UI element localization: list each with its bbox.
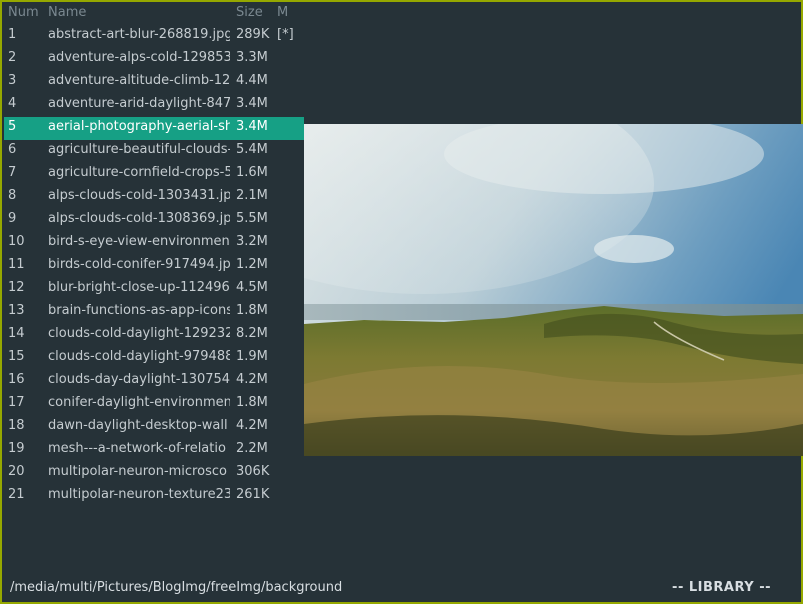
file-row[interactable]: 15 clouds-cold-daylight-979488 1.9M: [4, 347, 304, 370]
file-name: multipolar-neuron-microsco: [48, 464, 227, 479]
file-row[interactable]: 20 multipolar-neuron-microsco 306K: [4, 462, 304, 485]
file-name: abstract-art-blur-268819.jpg: [48, 27, 230, 42]
file-size: 4.5M: [236, 280, 268, 295]
file-mark: [*]: [277, 27, 294, 42]
file-row[interactable]: 13 brain-functions-as-app-icons 1.8M: [4, 301, 304, 324]
file-num: 3: [8, 73, 17, 88]
file-num: 7: [8, 165, 17, 180]
file-name: conifer-daylight-environmen: [48, 395, 230, 410]
file-num: 10: [8, 234, 25, 249]
header-size[interactable]: Size: [236, 4, 276, 22]
file-size: 1.8M: [236, 303, 268, 318]
file-num: 12: [8, 280, 25, 295]
file-num: 17: [8, 395, 25, 410]
file-row[interactable]: 3 adventure-altitude-climb-12 4.4M: [4, 71, 304, 94]
file-num: 5: [8, 119, 17, 134]
landscape-preview-image: [304, 124, 803, 456]
file-num: 18: [8, 418, 25, 433]
file-num: 11: [8, 257, 25, 272]
file-size: 3.4M: [236, 96, 268, 111]
app-window: Num Name Size M 1 abstract-art-blur-26881…: [0, 0, 803, 604]
file-name: dawn-daylight-desktop-wall: [48, 418, 228, 433]
file-size: 306K: [236, 464, 270, 479]
file-num: 2: [8, 50, 17, 65]
file-size: 1.9M: [236, 349, 268, 364]
file-num: 8: [8, 188, 17, 203]
list-header: Num Name Size M: [4, 4, 304, 25]
file-size: 1.6M: [236, 165, 268, 180]
header-name[interactable]: Name: [48, 4, 230, 22]
header-mark[interactable]: M: [277, 4, 303, 22]
file-row[interactable]: 9 alps-clouds-cold-1308369.jp 5.5M: [4, 209, 304, 232]
file-size: 3.3M: [236, 50, 268, 65]
file-num: 15: [8, 349, 25, 364]
file-num: 21: [8, 487, 25, 502]
file-row[interactable]: 4 adventure-arid-daylight-847 3.4M: [4, 94, 304, 117]
file-row[interactable]: 12 blur-bright-close-up-112496 4.5M: [4, 278, 304, 301]
file-row-selected[interactable]: 5 aerial-photography-aerial-sh 3.4M: [4, 117, 304, 140]
file-row[interactable]: 8 alps-clouds-cold-1303431.jp 2.1M: [4, 186, 304, 209]
file-name: bird-s-eye-view-environmen: [48, 234, 230, 249]
file-name: adventure-altitude-climb-12: [48, 73, 230, 88]
file-name: clouds-day-daylight-130754: [48, 372, 230, 387]
file-row[interactable]: 18 dawn-daylight-desktop-wall 4.2M: [4, 416, 304, 439]
status-path: /media/multi/Pictures/BlogImg/freeImg/ba…: [10, 580, 343, 595]
file-row[interactable]: 10 bird-s-eye-view-environmen 3.2M: [4, 232, 304, 255]
file-num: 20: [8, 464, 25, 479]
file-size: 5.5M: [236, 211, 268, 226]
file-name: alps-clouds-cold-1308369.jp: [48, 211, 230, 226]
file-row[interactable]: 2 adventure-alps-cold-129853 3.3M: [4, 48, 304, 71]
file-size: 261K: [236, 487, 270, 502]
file-name: adventure-arid-daylight-847: [48, 96, 230, 111]
file-name: blur-bright-close-up-112496: [48, 280, 230, 295]
header-num[interactable]: Num: [8, 4, 46, 22]
file-size: 1.8M: [236, 395, 268, 410]
file-size: 4.4M: [236, 73, 268, 88]
file-name: adventure-alps-cold-129853: [48, 50, 230, 65]
file-rows: 1 abstract-art-blur-268819.jpg 289K [*] 2 adv…: [4, 25, 304, 508]
file-num: 4: [8, 96, 17, 111]
file-name: agriculture-cornfield-crops-5: [48, 165, 230, 180]
file-name: clouds-cold-daylight-979488: [48, 349, 230, 364]
file-name: multipolar-neuron-texture23: [48, 487, 230, 502]
file-size: 5.4M: [236, 142, 268, 157]
file-size: 8.2M: [236, 326, 268, 341]
file-row[interactable]: 14 clouds-cold-daylight-129232 8.2M: [4, 324, 304, 347]
file-num: 1: [8, 27, 17, 42]
file-row[interactable]: 17 conifer-daylight-environmen 1.8M: [4, 393, 304, 416]
file-name: mesh---a-network-of-relatio: [48, 441, 226, 456]
file-size: 3.2M: [236, 234, 268, 249]
file-name: agriculture-beautiful-clouds-: [48, 142, 230, 157]
file-row[interactable]: 16 clouds-day-daylight-130754 4.2M: [4, 370, 304, 393]
file-size: 4.2M: [236, 372, 268, 387]
file-name: clouds-cold-daylight-129232: [48, 326, 230, 341]
file-row[interactable]: 11 birds-cold-conifer-917494.jp 1.2M: [4, 255, 304, 278]
file-row[interactable]: 1 abstract-art-blur-268819.jpg 289K [*]: [4, 25, 304, 48]
file-row[interactable]: 19 mesh---a-network-of-relatio 2.2M: [4, 439, 304, 462]
file-num: 14: [8, 326, 25, 341]
file-num: 9: [8, 211, 17, 226]
image-preview: [304, 124, 803, 456]
file-name: birds-cold-conifer-917494.jp: [48, 257, 230, 272]
file-list: Num Name Size M 1 abstract-art-blur-26881…: [4, 4, 304, 508]
file-row[interactable]: 7 agriculture-cornfield-crops-5 1.6M: [4, 163, 304, 186]
file-num: 19: [8, 441, 25, 456]
file-size: 289K: [236, 27, 270, 42]
file-num: 6: [8, 142, 17, 157]
file-size: 4.2M: [236, 418, 268, 433]
file-name: aerial-photography-aerial-sh: [48, 119, 230, 134]
file-num: 13: [8, 303, 25, 318]
file-size: 2.2M: [236, 441, 268, 456]
file-size: 2.1M: [236, 188, 268, 203]
file-num: 16: [8, 372, 25, 387]
file-size: 1.2M: [236, 257, 268, 272]
file-row[interactable]: 21 multipolar-neuron-texture23 261K: [4, 485, 304, 508]
mode-indicator: -- LIBRARY --: [672, 580, 771, 595]
file-size: 3.4M: [236, 119, 268, 134]
file-row[interactable]: 6 agriculture-beautiful-clouds- 5.4M: [4, 140, 304, 163]
file-name: brain-functions-as-app-icons: [48, 303, 230, 318]
file-name: alps-clouds-cold-1303431.jp: [48, 188, 230, 203]
